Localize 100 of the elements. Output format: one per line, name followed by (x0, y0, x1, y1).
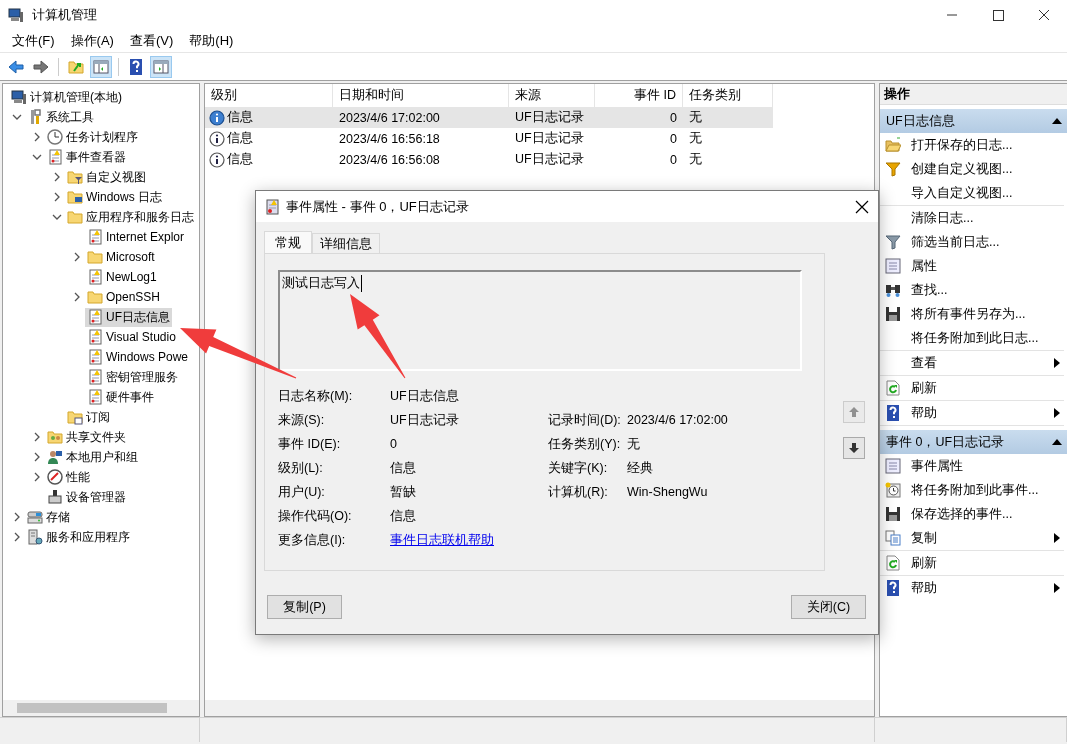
table-cell-text: 无 (688, 151, 703, 168)
show-tree-button[interactable] (90, 55, 112, 78)
action-item[interactable]: 属性 (880, 254, 1064, 278)
event-row[interactable]: 信息 2023/4/6 16:56:08 UF日志记录 0 无 (205, 149, 773, 170)
field-label: 日志名称(M): (278, 387, 354, 405)
action-item[interactable]: 刷新 (880, 551, 1064, 575)
help-icon (128, 58, 144, 75)
menu-item[interactable]: 操作(A) (62, 32, 122, 50)
field-label: 事件 ID(E): (278, 435, 342, 453)
description-box[interactable]: 测试日志写入 (278, 270, 802, 371)
field-label: 用户(U): (278, 483, 326, 501)
refresh-icon (885, 380, 901, 396)
previous-event-button[interactable] (843, 401, 865, 423)
tree-item[interactable]: 硬件事件 (85, 387, 156, 407)
dialog-button[interactable]: 关闭(C) (791, 595, 866, 619)
tree-item[interactable]: Microsoft (85, 248, 157, 266)
tree-item[interactable]: 应用程序和服务日志 (65, 207, 196, 227)
section-header[interactable]: 事件 0，UF日志记录 (880, 430, 1067, 454)
menu-item[interactable]: 文件(F) (4, 32, 63, 50)
tree-item[interactable]: 性能 (45, 467, 92, 487)
log-book-icon (87, 229, 103, 245)
tree-item[interactable]: 设备管理器 (45, 487, 128, 507)
table-cell-text: 无 (688, 109, 703, 126)
next-event-button[interactable] (843, 437, 865, 459)
action-item[interactable]: 查找... (880, 278, 1064, 302)
dialog-button[interactable]: 复制(P) (267, 595, 342, 619)
table-cell-text: 2023/4/6 16:56:18 (338, 131, 441, 146)
table-cell: 信息 (227, 151, 253, 168)
field-value: 信息 (390, 459, 417, 477)
users-icon (47, 449, 63, 465)
close-button[interactable] (854, 198, 870, 215)
tree-item[interactable]: 服务和应用程序 (25, 527, 132, 547)
section-header[interactable]: UF日志信息 (880, 109, 1067, 133)
shared-folder-icon (47, 429, 63, 445)
field-value: 无 (627, 435, 641, 453)
tree-item[interactable]: NewLog1 (85, 268, 159, 286)
action-item[interactable]: 刷新 (880, 376, 1064, 400)
event-row[interactable]: 信息 2023/4/6 16:56:18 UF日志记录 0 无 (205, 128, 773, 149)
action-item[interactable]: 事件属性 (880, 454, 1064, 478)
log-book-icon (87, 329, 103, 345)
menu-item[interactable]: 帮助(H) (181, 32, 242, 50)
tree-item[interactable]: 共享文件夹 (45, 427, 128, 447)
tree-item[interactable]: 本地用户和组 (45, 447, 140, 467)
help-icon (885, 580, 901, 596)
tree-item[interactable]: UF日志信息 (85, 307, 172, 327)
filter-folder-icon (67, 169, 83, 185)
tree-item[interactable]: 任务计划程序 (45, 127, 140, 147)
field-value: Win-ShengWu (627, 485, 709, 499)
log-book-icon (87, 349, 103, 365)
tree-item[interactable]: 订阅 (65, 407, 112, 427)
tree-item[interactable]: Windows Powe (85, 348, 191, 366)
field-label: 来源(S): (278, 411, 326, 429)
log-book-icon (87, 389, 103, 405)
tree-item[interactable]: 存储 (25, 507, 72, 527)
help-link[interactable]: 事件日志联机帮助 (390, 532, 494, 547)
tab[interactable]: 详细信息 (312, 233, 380, 253)
action-item[interactable]: 清除日志... (880, 206, 1064, 230)
menu-item[interactable]: 查看(V) (121, 32, 182, 50)
action-item[interactable]: 复制 (880, 526, 1064, 550)
action-item[interactable]: 帮助 (880, 576, 1064, 600)
action-item[interactable]: 将任务附加到此日志... (880, 326, 1064, 350)
tree-item[interactable]: 系统工具 (25, 107, 96, 127)
action-item[interactable]: 将任务附加到此事件... (880, 478, 1064, 502)
submenu-arrow-icon (1054, 408, 1060, 418)
tree-item[interactable]: 自定义视图 (65, 167, 148, 187)
action-item[interactable]: 导入自定义视图... (880, 181, 1064, 205)
action-item[interactable]: 创建自定义视图... (880, 157, 1064, 181)
tree-item[interactable]: Visual Studio (85, 328, 178, 346)
tree-item[interactable]: 计算机管理(本地) (9, 87, 124, 107)
field-label: 任务类别(Y): (548, 435, 622, 453)
field-value: UF日志记录 (390, 411, 460, 429)
table-cell: 信息 (227, 130, 253, 147)
log-book-icon (87, 269, 103, 285)
submenu-arrow-icon (1054, 533, 1060, 543)
pane-title: 操作 (880, 84, 1067, 105)
action-item[interactable]: 查看 (880, 351, 1064, 375)
field-label: 计算机(R): (548, 483, 609, 501)
field-label: 记录时间(D): (548, 411, 622, 429)
folder-icon (67, 209, 83, 225)
table-cell-text: UF日志记录 (514, 130, 585, 147)
action-item[interactable]: 帮助 (880, 401, 1064, 425)
server-gear-icon (27, 529, 43, 545)
submenu-arrow-icon (1054, 583, 1060, 593)
computer-icon (8, 7, 24, 23)
tree-item[interactable]: 事件查看器 (45, 147, 128, 167)
tree-item[interactable]: Internet Explor (85, 228, 187, 246)
tree-item[interactable]: OpenSSH (85, 288, 163, 306)
info-icon (209, 151, 225, 168)
submenu-arrow-icon (1054, 358, 1060, 368)
folder-icon (87, 289, 103, 305)
tree-item[interactable]: Windows 日志 (65, 187, 164, 207)
funnel-icon (885, 161, 901, 177)
tree-item[interactable]: 密钥管理服务 (85, 367, 180, 387)
event-row[interactable]: 信息 2023/4/6 17:02:00 UF日志记录 0 无 (205, 107, 773, 128)
forward-arrow-icon (33, 58, 49, 75)
action-item[interactable]: 打开保存的日志... (880, 133, 1064, 157)
action-item[interactable]: 保存选择的事件... (880, 502, 1064, 526)
tab[interactable]: 常规 (264, 231, 312, 253)
action-item[interactable]: 筛选当前日志... (880, 230, 1064, 254)
action-item[interactable]: 将所有事件另存为... (880, 302, 1064, 326)
